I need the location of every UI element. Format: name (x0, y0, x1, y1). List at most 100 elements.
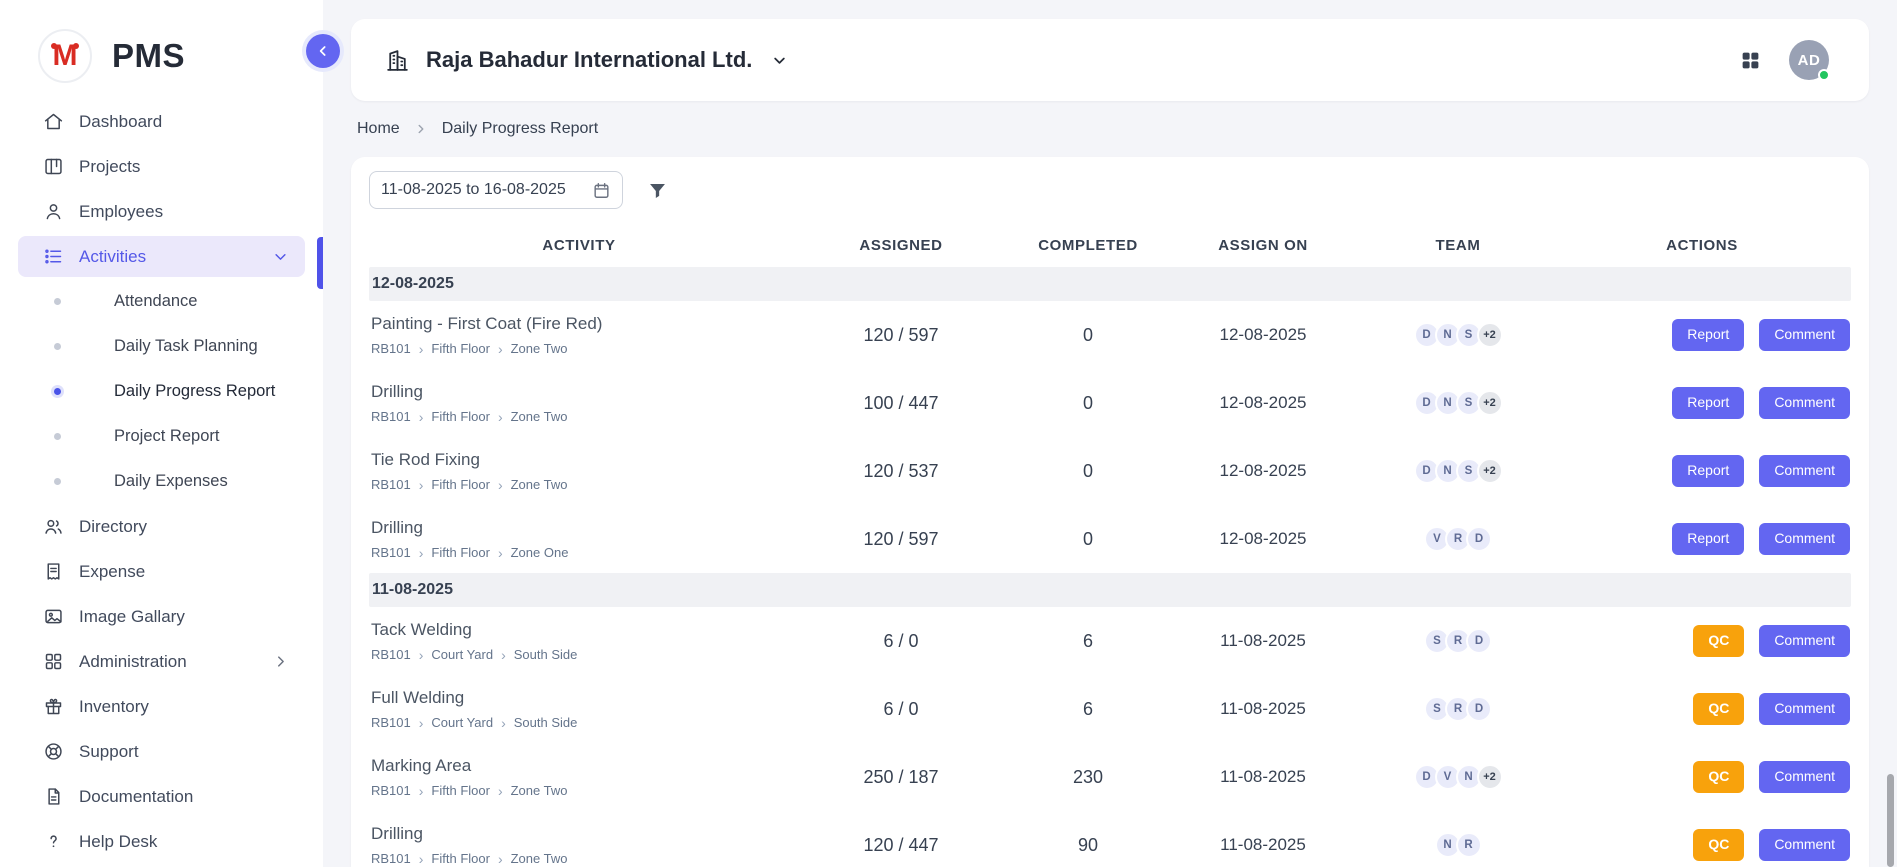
sidebar-subitem-attendance[interactable]: Attendance (18, 281, 305, 322)
activity-cell: DrillingRB101›Fifth Floor›Zone Two (369, 824, 789, 866)
team-avatars: DNS+2 (1363, 458, 1553, 484)
location-segment: RB101 (371, 409, 411, 424)
activity-name: Drilling (371, 824, 789, 844)
team-avatars: SRD (1363, 696, 1553, 722)
activity-cell: Painting - First Coat (Fire Red)RB101›Fi… (369, 314, 789, 356)
sidebar-item-label: Help Desk (79, 832, 157, 852)
sidebar-item-activities[interactable]: Activities (18, 236, 305, 277)
sidebar-item-dashboard[interactable]: Dashboard (18, 101, 305, 142)
activity-row: Painting - First Coat (Fire Red)RB101›Fi… (369, 301, 1851, 369)
sidebar-item-documentation[interactable]: Documentation (18, 776, 305, 817)
sidebar-subitem-daily-expenses[interactable]: Daily Expenses (18, 461, 305, 502)
comment-button[interactable]: Comment (1759, 387, 1850, 418)
comment-button[interactable]: Comment (1759, 523, 1850, 554)
team-more-count[interactable]: +2 (1477, 764, 1503, 790)
activity-cell: Full WeldingRB101›Court Yard›South Side (369, 688, 789, 730)
team-member-avatar[interactable]: D (1466, 628, 1492, 654)
assigned-value: 100 / 447 (789, 393, 1013, 414)
breadcrumb-home-link[interactable]: Home (357, 120, 400, 138)
location-segment: RB101 (371, 647, 411, 662)
team-member-avatar[interactable]: D (1466, 526, 1492, 552)
assign-on-value: 12-08-2025 (1163, 461, 1363, 481)
activity-location: RB101›Court Yard›South Side (371, 647, 789, 662)
sidebar-collapse-button[interactable] (306, 34, 340, 68)
completed-value: 0 (1013, 325, 1163, 346)
location-segment: RB101 (371, 715, 411, 730)
breadcrumb-separator-icon: › (498, 546, 503, 560)
team-avatars: DNS+2 (1363, 322, 1553, 348)
team-member-avatar[interactable]: R (1456, 832, 1482, 858)
sidebar-subitem-daily-progress-report[interactable]: Daily Progress Report (18, 371, 305, 412)
table-body: 12-08-2025 Painting - First Coat (Fire Re… (369, 267, 1851, 867)
sidebar-item-label: Directory (79, 517, 147, 537)
location-segment: South Side (514, 647, 578, 662)
report-button[interactable]: Report (1672, 455, 1744, 486)
company-selector[interactable]: Raja Bahadur International Ltd. (385, 47, 789, 73)
breadcrumb-separator-icon: › (498, 410, 503, 424)
header-actions: AD (1740, 40, 1829, 80)
scrollbar-thumb[interactable] (1887, 774, 1894, 867)
sidebar-subitem-label: Project Report (114, 427, 219, 446)
help-icon (42, 831, 64, 853)
row-actions: Report Comment (1553, 455, 1851, 486)
sidebar-item-administration[interactable]: Administration (18, 641, 305, 682)
comment-button[interactable]: Comment (1759, 693, 1850, 724)
breadcrumb-current: Daily Progress Report (442, 120, 599, 138)
sidebar-item-employees[interactable]: Employees (18, 191, 305, 232)
breadcrumb-separator-icon: › (501, 648, 506, 662)
location-segment: Court Yard (431, 715, 493, 730)
date-group-header: 11-08-2025 (369, 573, 1851, 607)
comment-button[interactable]: Comment (1759, 625, 1850, 656)
qc-button[interactable]: QC (1693, 761, 1744, 792)
breadcrumb-separator-icon: › (419, 342, 424, 356)
breadcrumb-separator-icon: › (419, 852, 424, 866)
chevron-right-icon (414, 122, 428, 136)
assign-on-value: 11-08-2025 (1163, 767, 1363, 787)
comment-button[interactable]: Comment (1759, 761, 1850, 792)
date-range-input[interactable]: 11-08-2025 to 16-08-2025 (369, 171, 623, 209)
sidebar-item-inventory[interactable]: Inventory (18, 686, 305, 727)
sidebar-subitem-project-report[interactable]: Project Report (18, 416, 305, 457)
sidebar-item-expense[interactable]: Expense (18, 551, 305, 592)
team-more-count[interactable]: +2 (1477, 458, 1503, 484)
sidebar-subitem-daily-task-planning[interactable]: Daily Task Planning (18, 326, 305, 367)
team-avatars: DNS+2 (1363, 390, 1553, 416)
chevron-right-icon (270, 651, 291, 672)
comment-button[interactable]: Comment (1759, 319, 1850, 350)
row-actions: QC Comment (1553, 693, 1851, 724)
location-segment: Fifth Floor (431, 409, 490, 424)
sidebar-item-directory[interactable]: Directory (18, 506, 305, 547)
completed-value: 6 (1013, 699, 1163, 720)
comment-button[interactable]: Comment (1759, 829, 1850, 860)
sidebar-item-image-gallary[interactable]: Image Gallary (18, 596, 305, 637)
sidebar-item-support[interactable]: Support (18, 731, 305, 772)
activity-row: DrillingRB101›Fifth Floor›Zone One120 / … (369, 505, 1851, 573)
team-more-count[interactable]: +2 (1477, 390, 1503, 416)
activities-icon (42, 246, 64, 268)
activity-location: RB101›Fifth Floor›Zone Two (371, 851, 789, 866)
location-segment: RB101 (371, 851, 411, 866)
employees-icon (42, 201, 64, 223)
activity-name: Marking Area (371, 756, 789, 776)
team-avatars: DVN+2 (1363, 764, 1553, 790)
team-more-count[interactable]: +2 (1477, 322, 1503, 348)
team-member-avatar[interactable]: D (1466, 696, 1492, 722)
breadcrumb-separator-icon: › (419, 716, 424, 730)
location-segment: RB101 (371, 783, 411, 798)
activity-cell: Tie Rod FixingRB101›Fifth Floor›Zone Two (369, 450, 789, 492)
sidebar-item-help-desk[interactable]: Help Desk (18, 821, 305, 862)
breadcrumb-separator-icon: › (498, 852, 503, 866)
report-button[interactable]: Report (1672, 523, 1744, 554)
qc-button[interactable]: QC (1693, 625, 1744, 656)
apps-grid-icon[interactable] (1740, 50, 1761, 71)
qc-button[interactable]: QC (1693, 829, 1744, 860)
report-button[interactable]: Report (1672, 387, 1744, 418)
sidebar-item-projects[interactable]: Projects (18, 146, 305, 187)
qc-button[interactable]: QC (1693, 693, 1744, 724)
column-header-team: TEAM (1363, 237, 1553, 254)
building-icon (385, 48, 410, 73)
report-button[interactable]: Report (1672, 319, 1744, 350)
comment-button[interactable]: Comment (1759, 455, 1850, 486)
user-avatar[interactable]: AD (1789, 40, 1829, 80)
filter-icon[interactable] (647, 180, 668, 201)
